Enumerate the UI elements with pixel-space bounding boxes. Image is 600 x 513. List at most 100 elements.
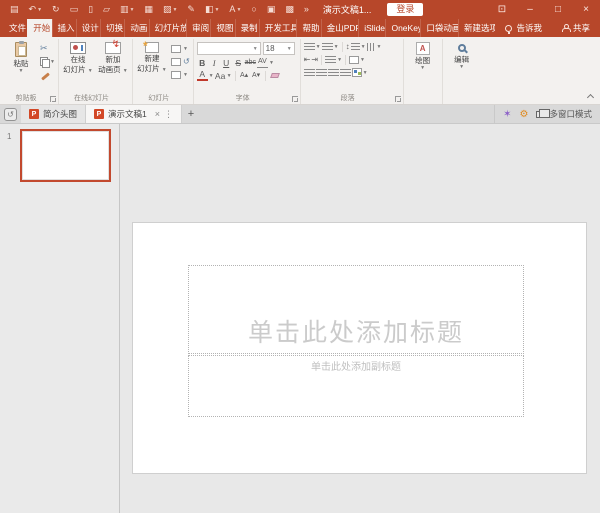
close-icon[interactable]: × (572, 0, 600, 19)
undo-icon[interactable]: ↶▼ (29, 5, 43, 14)
divider (342, 42, 343, 52)
copy-pages-icon[interactable]: ▩ (285, 5, 294, 14)
ribbon-tab-iSlide[interactable]: iSlide (358, 19, 385, 37)
login-button[interactable]: 登录 (387, 3, 423, 16)
align-center-icon[interactable] (316, 69, 327, 77)
font-color-button[interactable]: A (197, 70, 208, 81)
dropdown-icon: ▼ (253, 46, 258, 52)
editing-button[interactable]: 编辑 ▼ (446, 40, 478, 69)
numbering-button[interactable]: ▼ (322, 43, 339, 51)
ribbon-tab-口袋动画[interactable]: 口袋动画 (420, 19, 458, 37)
title-placeholder[interactable]: 单击此处添加标题 (188, 265, 524, 354)
font-name-combobox[interactable]: ▼ (197, 42, 261, 55)
layout-button[interactable]: ▼ (171, 44, 190, 53)
line-spacing-button[interactable]: ↕▼ (346, 43, 366, 51)
print-preview-icon[interactable]: ▱ (103, 5, 110, 14)
ribbon-tab-开发工具[interactable]: 开发工具 (259, 19, 297, 37)
align-right-icon[interactable] (328, 69, 339, 77)
decrease-indent-icon[interactable]: ⇤ (304, 56, 311, 64)
clear-formatting-button[interactable]: abc (245, 58, 256, 68)
cut-button[interactable]: ✂ (40, 44, 55, 53)
ink-color-icon[interactable]: ◧▼ (205, 5, 219, 14)
maximize-icon[interactable]: □ (544, 0, 572, 19)
new-slide-button[interactable]: 新建 幻灯片 ▼ (136, 40, 168, 73)
ribbon-tab-金山PDF[interactable]: 金山PDF (321, 19, 359, 37)
screenshot-icon[interactable]: ▣ (267, 5, 276, 14)
bullets-button[interactable]: ▼ (304, 43, 321, 51)
save-icon[interactable]: ▤ (10, 5, 19, 14)
font-color-icon[interactable]: A▼ (229, 5, 241, 14)
start-slideshow-icon[interactable]: ▭ (70, 5, 79, 14)
dialog-launcher-icon[interactable] (50, 96, 56, 102)
slide[interactable]: 单击此处添加标题 单击此处添加副标题 (132, 222, 587, 474)
settings-gear-icon[interactable]: ⚙ (520, 109, 529, 120)
ribbon-tab-帮助[interactable]: 帮助 (296, 19, 320, 37)
strikethrough-button[interactable]: S (233, 58, 244, 68)
pen-icon[interactable]: ✎ (187, 5, 195, 14)
copy-button[interactable]: ▼ (40, 57, 55, 66)
online-slides-button[interactable]: 在线 幻灯片 ▼ (62, 40, 94, 74)
ribbon-tab-新建选项[interactable]: 新建选项 (458, 19, 496, 37)
ribbon-tab-插入[interactable]: 插入 (52, 19, 76, 37)
minimize-icon[interactable]: – (516, 0, 544, 19)
ribbon-tab-文件[interactable]: 文件 (4, 19, 27, 37)
slide-thumbnail[interactable] (20, 129, 111, 182)
text-vertical-align-button[interactable]: ▼ (349, 56, 365, 64)
justify-icon[interactable] (340, 69, 351, 77)
ribbon-tab-开始[interactable]: 开始 (27, 19, 51, 37)
close-tab-icon[interactable]: × (155, 109, 160, 119)
align-left-icon[interactable] (304, 69, 315, 77)
font-size-combobox[interactable]: 18▼ (263, 42, 295, 55)
photo-album-icon[interactable]: ▥▼ (120, 5, 134, 14)
dropdown-icon: ▼ (363, 70, 368, 76)
table-icon[interactable]: ▦ (144, 5, 153, 14)
multi-window-mode-button[interactable]: 多窗口模式 (536, 108, 592, 120)
ribbon-tab-审阅[interactable]: 审阅 (186, 19, 210, 37)
new-tab-button[interactable]: + (182, 105, 200, 123)
ribbon-tab-幻灯片放[interactable]: 幻灯片放 (149, 19, 187, 37)
clear-all-formatting-icon[interactable] (270, 73, 280, 78)
more-commands-icon[interactable]: » (304, 5, 309, 14)
share-button[interactable]: 共享 (552, 19, 600, 37)
doc-tab-inactive[interactable]: P 简介头图 (21, 105, 86, 123)
beautify-wand-icon[interactable]: ✶ (503, 109, 511, 120)
ribbon-tab-视图[interactable]: 视图 (210, 19, 234, 37)
redo-icon[interactable]: ↻ (52, 5, 60, 14)
paragraph-row-2: ⇤ ⇥ ▼ ▼ (304, 55, 400, 65)
new-file-icon[interactable]: ▯ (88, 5, 93, 14)
bold-button[interactable]: B (197, 58, 208, 68)
doc-tab-active[interactable]: P 演示文稿1 × ⋮ (86, 105, 182, 123)
reset-button[interactable]: ↺ (171, 57, 190, 66)
paste-button[interactable]: 粘贴 ▼ (5, 40, 37, 73)
pin-slide-icon[interactable]: ▨▼ (163, 5, 177, 14)
oval-icon[interactable]: ○ (251, 5, 256, 14)
italic-button[interactable]: I (209, 58, 220, 68)
grow-font-button[interactable]: A▴ (239, 71, 250, 81)
section-button[interactable]: ▼ (171, 70, 190, 79)
bullets-icon (304, 43, 315, 51)
collapse-ribbon-icon[interactable] (587, 94, 594, 101)
ribbon-tab-设计[interactable]: 设计 (76, 19, 100, 37)
ribbon-display-options-icon[interactable]: ⊡ (488, 0, 516, 19)
dialog-launcher-icon[interactable] (395, 96, 401, 102)
ribbon-tab-录制[interactable]: 录制 (235, 19, 259, 37)
format-painter-button[interactable] (40, 70, 55, 79)
ribbon-tab-切换[interactable]: 切换 (100, 19, 124, 37)
tab-menu-icon[interactable]: ⋮ (164, 109, 173, 120)
drawing-button[interactable]: A 绘图 ▼ (407, 40, 439, 70)
workspace-restore-icon[interactable]: ↺ (4, 108, 17, 121)
convert-smartart-button[interactable]: ▼ (352, 68, 368, 77)
dialog-launcher-icon[interactable] (292, 96, 298, 102)
new-animation-page-button[interactable]: 新加 动画页 ▼ (97, 40, 129, 74)
ribbon-tab-动画[interactable]: 动画 (124, 19, 148, 37)
increase-indent-icon[interactable]: ⇥ (311, 56, 318, 64)
subtitle-placeholder[interactable]: 单击此处添加副标题 (188, 355, 524, 417)
ribbon-tab-OneKey[interactable]: OneKey (385, 19, 420, 37)
character-spacing-button[interactable]: AV (257, 57, 268, 68)
align-text-button[interactable]: ▼ (325, 56, 342, 64)
text-direction-button[interactable]: ▼ (367, 43, 382, 51)
change-case-button[interactable]: Aa (215, 71, 226, 81)
shrink-font-button[interactable]: A▾ (251, 71, 262, 81)
tell-me-button[interactable]: 告诉我 (495, 19, 552, 37)
underline-button[interactable]: U (221, 58, 232, 68)
